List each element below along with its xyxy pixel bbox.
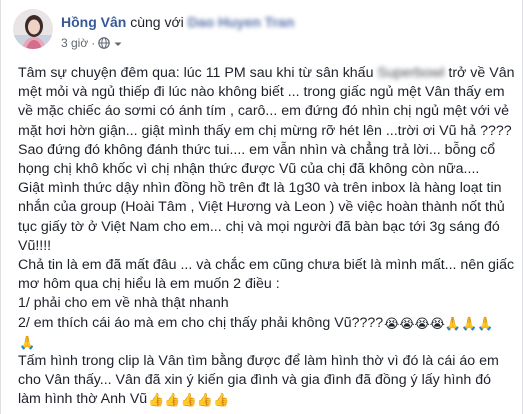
post-line: nhắn của group (Hoài Tâm , Việt Hương và… <box>18 199 505 216</box>
post-line: Vũ!!!! <box>18 237 52 254</box>
post-line: về mặc chiếc áo sơmi có ánh tím , carô..… <box>18 103 509 120</box>
praying-emoji: 🙏 <box>19 334 36 350</box>
crying-praying-emoji: 😭😭😭😭🙏🙏🙏 <box>384 315 494 331</box>
post-body: Tâm sự chuyện đêm qua: lúc 11 PM sau khi… <box>18 64 518 410</box>
author-line: Hồng Vân cùng với Dao Huyen Tran <box>61 13 294 31</box>
globe-icon[interactable] <box>98 37 111 49</box>
post-line: họng chị khô khốc vì chị nhận thức được … <box>18 161 480 178</box>
paragraph-photo: Tấm hình trong clip là Vân tìm bằng được… <box>18 352 518 410</box>
post-line: tục giấy tờ ở Việt Nam cho em... chị và … <box>18 218 500 235</box>
author-avatar[interactable] <box>13 9 53 49</box>
post-line: cho Vân thấy... Vân đã xin ý kiến gia đì… <box>18 372 491 389</box>
thumbs-up-emoji: 👍👍👍👍👍 <box>148 392 230 408</box>
with-word: cùng với <box>130 14 184 30</box>
post-line: làm hình thờ Anh Vũ👍👍👍👍👍 <box>18 391 230 408</box>
paragraph-dream: Tâm sự chuyện đêm qua: lúc 11 PM sau khi… <box>18 64 518 179</box>
paragraph-wishes: Chả tin là em đã mất đâu ... và chắc em … <box>18 256 518 352</box>
post-time[interactable]: 3 giờ <box>61 36 88 50</box>
post-line: Tấm hình trong clip là Vân tìm bằng được… <box>18 353 499 370</box>
post-line: Giật mình thức dậy nhìn đồng hồ trên đt … <box>18 180 502 197</box>
post-line: mơ hôm qua chị hiểu là em muốn 2 điều : <box>18 276 280 293</box>
post-meta: 3 giờ · <box>61 36 123 50</box>
post-header: Hồng Vân cùng với Dao Huyen Tran 3 giờ · <box>13 9 493 53</box>
post-line: 🙏 <box>18 333 518 352</box>
post-line: 1/ phải cho em về nhà thật nhanh <box>18 295 229 312</box>
chevron-down-icon[interactable] <box>113 38 123 48</box>
tagged-user[interactable]: Dao Huyen Tran <box>188 14 295 30</box>
separator-dot: · <box>91 36 96 50</box>
post-line: mặt hơi hờn giận... giật mình thấy em ch… <box>18 122 512 139</box>
post-line: Sao đứng đó không đánh thức tui.... em v… <box>18 141 496 158</box>
post-line: mệt mỏi và ngủ thiếp đi lúc nào không bi… <box>18 84 505 101</box>
author-name[interactable]: Hồng Vân <box>61 14 126 30</box>
paragraph-wakeup: Giật mình thức dậy nhìn đồng hồ trên đt … <box>18 179 518 256</box>
post-line: Tâm sự chuyện đêm qua: lúc 11 PM sau khi… <box>18 65 515 81</box>
blurred-venue: Superbowl <box>377 65 445 81</box>
post-line: Chả tin là em đã mất đâu ... và chắc em … <box>18 257 515 274</box>
facebook-post-card: Hồng Vân cùng với Dao Huyen Tran 3 giờ · <box>0 0 523 414</box>
post-line: 2/ em thích cái áo mà em cho chị thấy ph… <box>18 314 494 331</box>
